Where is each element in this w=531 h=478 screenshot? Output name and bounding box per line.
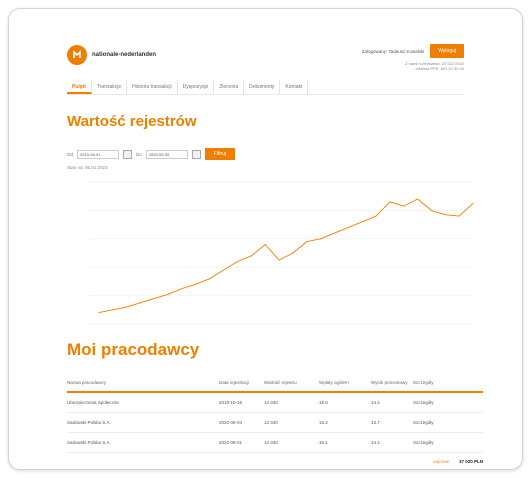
data-point [334,232,335,234]
result-percent: 14.4 [371,400,380,405]
data-point [292,252,294,254]
calendar-icon[interactable] [123,149,133,159]
main-card: nationale-nederlanden Zalogowany: Tadeus… [8,8,523,470]
col-header: Data rejestracji [219,380,250,385]
details-link[interactable]: Szczegóły [413,420,483,425]
to-label: Do [136,151,142,157]
data-point [389,201,391,203]
data-point [458,215,460,217]
table-row: Sadowski Polska S.A. 2022-08-01 12 340 1… [67,433,483,453]
col-header: Wpłaty ogółem [319,380,349,385]
registration-date: 2022-08-01 [219,440,243,445]
user-bar: Zalogowany: Tadeusz Kowalski Wyloguj [362,44,464,58]
data-point [126,306,128,308]
employer-name: Sadowski Polska S.A. [67,420,111,425]
registration-date: 2020-06-04 [219,420,243,425]
total-value: 37 020 PLN [458,458,483,464]
register-value: 12 340 [264,400,278,405]
filter-button[interactable]: Filtruj [204,148,236,160]
data-point [347,226,349,228]
payments-total: 18.0 [319,400,328,405]
as-of-date: Stan na: 05.01.2023 [67,165,108,170]
from-date-field[interactable]: 2019-05-01 [77,149,120,159]
payments-total: 16.1 [319,440,328,445]
data-point [167,293,169,295]
nav-item-dokumenty[interactable]: Dokumenty [244,80,281,94]
data-point [209,278,211,280]
data-point [278,259,280,261]
result-percent: 14.1 [371,440,380,445]
data-point [417,198,419,200]
col-header: Wartość rejestru [264,380,297,385]
to-date-field[interactable]: 2020-09-30 [145,149,188,159]
nav-item-transakcje[interactable]: Transakcje [92,80,128,94]
data-point [361,221,363,223]
col-header: Szczegóły [413,380,434,385]
contact-ppk: Infolinia PPK: 801 20 30 40 [415,66,464,71]
calendar-icon[interactable] [191,149,201,159]
nav-item-historia[interactable]: Historia transakcji [127,80,178,94]
payments-total: 16.2 [319,420,328,425]
data-point [250,255,252,257]
data-point [140,302,142,304]
data-point [237,261,238,262]
details-link[interactable]: Szczegóły [413,400,483,405]
employers-table: Nazwa pracodawcy Data rejestracji Wartoś… [67,374,483,469]
data-point [320,238,322,240]
brand-logo[interactable]: nationale-nederlanden [67,45,156,65]
employers-title: Moi pracodawcy [67,340,200,359]
user-name: Zalogowany: Tadeusz Kowalski [361,48,425,54]
employer-name: Sadowski Polska S.A. [67,440,111,445]
details-link[interactable]: Szczegóły [413,440,483,445]
lion-icon [67,45,87,65]
data-point [375,215,377,217]
nav-item-kontakt[interactable]: Kontakt [280,80,309,94]
table-row: Ubezpieczenia Społeczne 2019-10-16 12 34… [67,393,483,413]
col-header: Wynik procentowy [371,380,408,385]
register-value: 12 340 [264,440,278,445]
data-point [306,241,308,243]
date-filters: Od 2019-05-01 Do 2020-09-30 Filtruj [67,148,236,160]
data-point [223,269,225,271]
register-value-chart [89,181,474,325]
logout-button[interactable]: Wyloguj [430,44,464,58]
data-point [98,312,100,314]
data-point [112,309,114,311]
data-point [430,209,432,211]
page-title: Wartość rejestrów [67,113,197,130]
data-point [153,297,155,299]
table-header: Nazwa pracodawcy Data rejestracji Wartoś… [67,374,483,393]
data-point [403,205,405,207]
data-point [472,202,474,204]
data-point [181,288,183,289]
brand-name: nationale-nederlanden [92,51,157,58]
contact-info: Z nami rozmawiasz: 22 522 0022 Infolinia… [405,61,464,71]
data-point [444,214,446,216]
data-point [264,244,266,245]
col-header: Nazwa pracodawcy [67,380,107,385]
register-value: 12 340 [264,420,278,425]
nav-item-dyspozycje[interactable]: Dyspozycje [178,80,215,94]
data-point [195,283,197,285]
employer-name: Ubezpieczenia Społeczne [67,400,119,405]
nav-item-pulpit[interactable]: Pulpit [67,80,92,94]
total-label: Łącznie [433,458,449,464]
registration-date: 2019-10-16 [219,400,243,405]
main-nav: Pulpit Transakcje Historia transakcji Dy… [67,80,464,95]
table-row: Sadowski Polska S.A. 2020-06-04 12 340 1… [67,413,483,433]
total-row: Łącznie 37 020 PLN [67,453,483,469]
nav-item-zlecenia[interactable]: Zlecenia [214,80,245,94]
result-percent: 13.7 [371,420,380,425]
lion-glyph [73,50,81,58]
from-label: Od [67,151,74,157]
